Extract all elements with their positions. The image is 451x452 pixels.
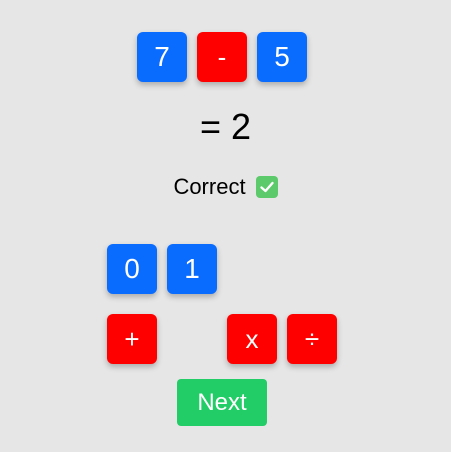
operator-tile-divide[interactable]: ÷ xyxy=(287,314,337,364)
digit-tile-1[interactable]: 1 xyxy=(167,244,217,294)
equation-operand-1-tile[interactable]: 7 xyxy=(137,32,187,82)
operator-tile-plus[interactable]: + xyxy=(107,314,157,364)
feedback-text: Correct xyxy=(173,174,246,199)
equation-operand-2-tile[interactable]: 5 xyxy=(257,32,307,82)
game-stage: 7 - 5 = 2 Correct 0 1 + x ÷ Next xyxy=(0,0,451,452)
equation-result: = 2 xyxy=(199,106,252,147)
feedback-message: Correct xyxy=(0,173,451,201)
digit-tile-0[interactable]: 0 xyxy=(107,244,157,294)
next-button[interactable]: Next xyxy=(177,379,267,426)
operator-tile-multiply[interactable]: x xyxy=(227,314,277,364)
check-mark-icon xyxy=(255,176,278,198)
equation-operator-tile[interactable]: - xyxy=(197,32,247,82)
